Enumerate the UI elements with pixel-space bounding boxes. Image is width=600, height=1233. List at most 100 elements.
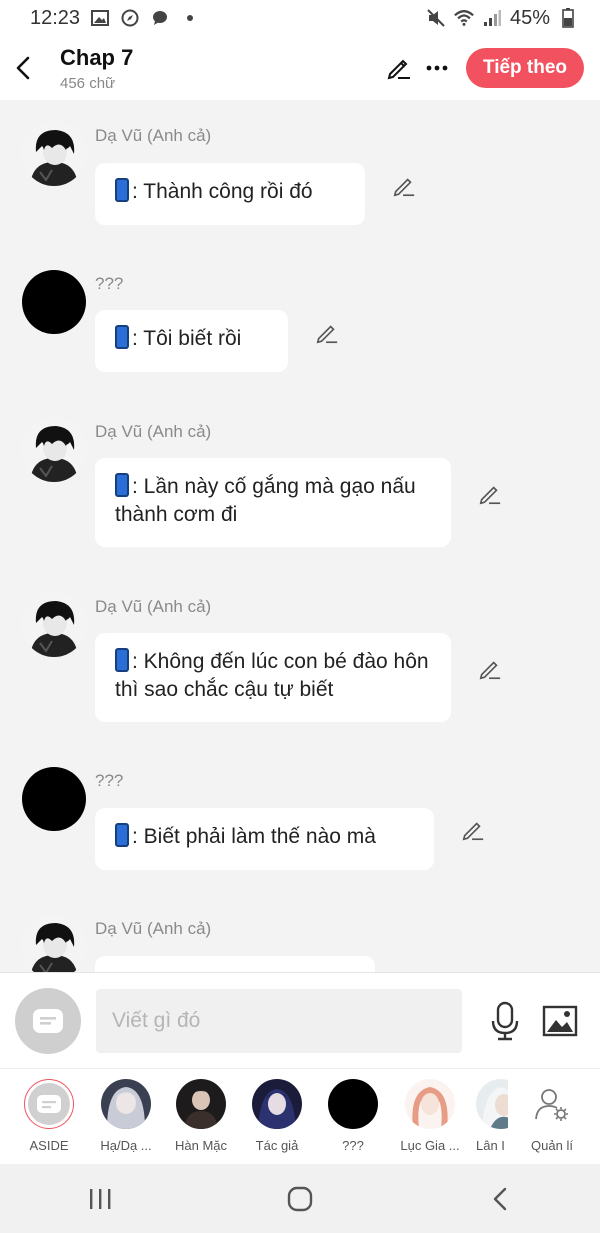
image-icon [542, 1005, 578, 1036]
silver-hair-character-avatar-icon [101, 1079, 151, 1129]
avatar[interactable] [22, 593, 86, 657]
word-count: 456 chữ [60, 74, 116, 92]
phone-emoji-icon [115, 325, 129, 349]
manage-avatar [527, 1079, 577, 1129]
next-chapter-button[interactable]: Tiếp theo [466, 48, 584, 88]
image-upload-button[interactable] [540, 1003, 580, 1039]
character-han-mac[interactable]: Hàn Mặc [163, 1079, 239, 1153]
mute-icon [426, 8, 446, 28]
message-bubble[interactable]: : Tôi biết rồi [95, 310, 288, 372]
character-luc-gia[interactable]: Lục Gia ... [392, 1079, 468, 1153]
character-unknown[interactable]: ??? [315, 1079, 391, 1153]
pink-hair-character-avatar-icon [405, 1079, 455, 1129]
pencil-icon [462, 822, 484, 841]
chat-area[interactable]: Dạ Vũ (Anh cả) : Thành công rồi đó ??? :… [0, 100, 600, 972]
character-avatar [476, 1079, 508, 1129]
sender-name: Dạ Vũ (Anh cả) [95, 597, 212, 616]
character-avatar [405, 1079, 455, 1129]
chapter-header: Chap 7 456 chữ Tiếp theo [0, 36, 600, 100]
sender-name: Dạ Vũ (Anh cả) [95, 422, 212, 441]
battery-percent: 45% [509, 6, 550, 29]
character-name: Tác giả [255, 1138, 299, 1153]
character-name: Lục Gia ... [400, 1138, 460, 1153]
character-avatar [101, 1079, 151, 1129]
status-time: 12:23 [30, 6, 81, 29]
manage-characters-button[interactable]: Quản lí [514, 1079, 590, 1153]
message-input[interactable]: Viết gì đó [96, 988, 462, 1053]
character-tac-gia[interactable]: Tác giả [239, 1079, 315, 1153]
blue-hair-character-avatar-icon [252, 1079, 302, 1129]
character-avatar [176, 1079, 226, 1129]
chevron-left-icon [493, 1187, 507, 1210]
system-nav-bar [0, 1164, 600, 1233]
compass-notification-icon [120, 8, 140, 28]
more-options-button[interactable] [418, 48, 456, 88]
avatar[interactable] [22, 915, 86, 972]
home-icon [287, 1186, 313, 1211]
wifi-icon [454, 8, 474, 28]
microphone-icon [491, 1001, 519, 1040]
message-text: : Biết phải làm thế nào mà [132, 825, 376, 848]
voice-input-button[interactable] [488, 999, 522, 1043]
message-bubble[interactable]: : Lần này cố gắng mà gạo nấu thành cơm đ… [95, 458, 451, 547]
character-name: Lân I [476, 1138, 505, 1153]
phone-emoji-icon [115, 178, 129, 202]
avatar[interactable] [22, 767, 86, 831]
edit-chapter-button[interactable] [380, 48, 418, 88]
edit-message-button[interactable] [478, 482, 504, 508]
pencil-icon [393, 178, 415, 197]
chevron-left-icon [16, 56, 30, 80]
message-text: : Tôi biết rồi [132, 327, 242, 350]
dark-hair-character-avatar-icon [22, 915, 86, 972]
message-text: : Thành công rồi đó [132, 180, 313, 203]
phone-emoji-icon [115, 648, 129, 672]
message-bubble[interactable]: : Thành công rồi đó [95, 163, 365, 225]
aside-chat-icon [33, 1008, 63, 1033]
character-name: Hạ/Dạ ... [100, 1138, 152, 1153]
character-name: Hàn Mặc [174, 1138, 228, 1153]
message-text: : Lần này cố gắng mà gạo nấu thành cơm đ… [115, 475, 416, 526]
character-lan[interactable]: Lân I [468, 1079, 508, 1153]
battery-icon [558, 8, 578, 28]
header-actions: Tiếp theo [380, 48, 600, 88]
character-aside[interactable]: ASIDE [11, 1079, 87, 1153]
title-block: Chap 7 456 chữ [60, 45, 133, 92]
recent-apps-button[interactable] [70, 1174, 130, 1224]
character-name: Quản lí [531, 1138, 573, 1153]
pencil-icon [387, 59, 410, 80]
recent-apps-icon [90, 1188, 111, 1209]
back-button[interactable] [0, 36, 46, 100]
sender-name: Dạ Vũ (Anh cả) [95, 919, 212, 938]
message-bubble[interactable]: : Không đến lúc con bé đào hôn thì sao c… [95, 633, 451, 722]
character-ha-da[interactable]: Hạ/Dạ ... [88, 1079, 164, 1153]
edit-message-button[interactable] [392, 174, 418, 200]
chat-notification-icon [150, 8, 170, 28]
edit-message-button[interactable] [461, 818, 487, 844]
message-bubble[interactable] [95, 956, 375, 972]
message-composer: Viết gì đó [0, 972, 600, 1068]
character-name: ASIDE [29, 1138, 69, 1153]
signal-icon [482, 8, 502, 28]
avatar[interactable] [22, 270, 86, 334]
character-selector: ASIDE Hạ/Dạ ... Hàn Mặc Tác giả ??? Lục … [0, 1068, 600, 1164]
aside-toggle-button[interactable] [15, 987, 81, 1054]
sender-name: Dạ Vũ (Anh cả) [95, 126, 212, 145]
message-bubble[interactable]: : Biết phải làm thế nào mà [95, 808, 434, 870]
avatar[interactable] [22, 122, 86, 186]
ellipsis-icon [426, 65, 448, 71]
sender-name: ??? [95, 274, 124, 293]
phone-emoji-icon [115, 473, 129, 497]
avatar[interactable] [22, 418, 86, 482]
edit-message-button[interactable] [478, 657, 504, 683]
back-nav-button[interactable] [470, 1174, 530, 1224]
gallery-notification-icon [90, 8, 110, 28]
character-name: ??? [342, 1138, 364, 1153]
pencil-icon [479, 661, 501, 680]
dark-hair-character-avatar-icon [22, 418, 86, 482]
dark-hair-character-avatar-icon [22, 593, 86, 657]
sender-name: ??? [95, 771, 124, 790]
edit-message-button[interactable] [315, 321, 341, 347]
home-button[interactable] [270, 1174, 330, 1224]
user-gear-icon [535, 1089, 568, 1121]
status-bar: 12:23 45% [0, 0, 600, 36]
